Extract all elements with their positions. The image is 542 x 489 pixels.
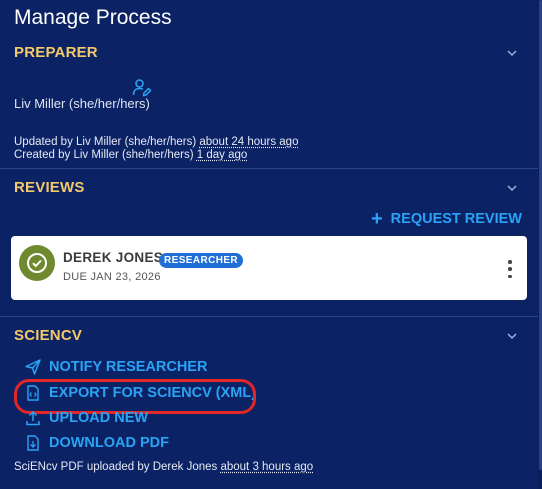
updated-time-link[interactable]: about 24 hours ago — [199, 136, 298, 148]
notify-researcher-label: NOTIFY RESEARCHER — [49, 359, 208, 375]
download-file-icon — [25, 435, 41, 451]
upload-status-text: SciENcv PDF uploaded by Derek Jones — [14, 461, 221, 473]
due-date: DUE JAN 23, 2026 — [63, 271, 161, 283]
notify-researcher-button[interactable]: NOTIFY RESEARCHER — [25, 359, 207, 375]
upload-status-line: SciENcv PDF uploaded by Derek Jones abou… — [14, 461, 313, 473]
reviewer-name: DEREK JONES — [63, 250, 164, 265]
created-by-text: Created by Liv Miller (she/her/hers) — [14, 149, 197, 161]
created-by-line: Created by Liv Miller (she/her/hers) 1 d… — [14, 149, 247, 161]
updated-by-text: Updated by Liv Miller (she/her/hers) — [14, 136, 200, 148]
created-time-link[interactable]: 1 day ago — [197, 149, 248, 161]
upload-new-button[interactable]: UPLOAD NEW — [25, 410, 148, 426]
reviews-collapse-chevron-icon[interactable] — [506, 182, 518, 194]
upload-new-label: UPLOAD NEW — [49, 410, 149, 426]
more-options-icon[interactable] — [507, 260, 513, 278]
send-icon — [25, 359, 41, 375]
download-pdf-button[interactable]: DOWNLOAD PDF — [25, 435, 169, 451]
preparer-name: Liv Miller (she/her/hers) — [14, 96, 150, 111]
section-divider — [0, 316, 538, 317]
preparer-collapse-chevron-icon[interactable] — [506, 47, 518, 59]
plus-icon: + — [370, 208, 383, 230]
download-pdf-label: DOWNLOAD PDF — [49, 435, 170, 451]
check-circle-icon — [27, 253, 47, 273]
edit-preparer-icon[interactable] — [132, 78, 152, 98]
manage-process-panel: Manage Process PREPARER Liv Miller (she/… — [0, 0, 538, 489]
role-badge: RESEARCHER — [159, 253, 244, 268]
preparer-heading: PREPARER — [14, 44, 98, 61]
request-review-label: REQUEST REVIEW — [390, 211, 522, 227]
upload-time-link[interactable]: about 3 hours ago — [220, 461, 313, 473]
review-card: DEREK JONES RESEARCHER DUE JAN 23, 2026 — [11, 236, 527, 300]
reviews-heading: REVIEWS — [14, 179, 85, 196]
upload-icon — [25, 410, 41, 426]
sciencv-collapse-chevron-icon[interactable] — [506, 330, 518, 342]
updated-by-line: Updated by Liv Miller (she/her/hers) abo… — [14, 136, 298, 148]
scrollbar[interactable] — [538, 0, 542, 489]
request-review-button[interactable]: + REQUEST REVIEW — [370, 208, 522, 230]
page-title: Manage Process — [14, 6, 172, 29]
sciencv-heading: SCIENCV — [14, 327, 83, 344]
section-divider — [0, 168, 538, 169]
avatar — [19, 245, 55, 281]
highlight-annotation — [14, 379, 256, 414]
